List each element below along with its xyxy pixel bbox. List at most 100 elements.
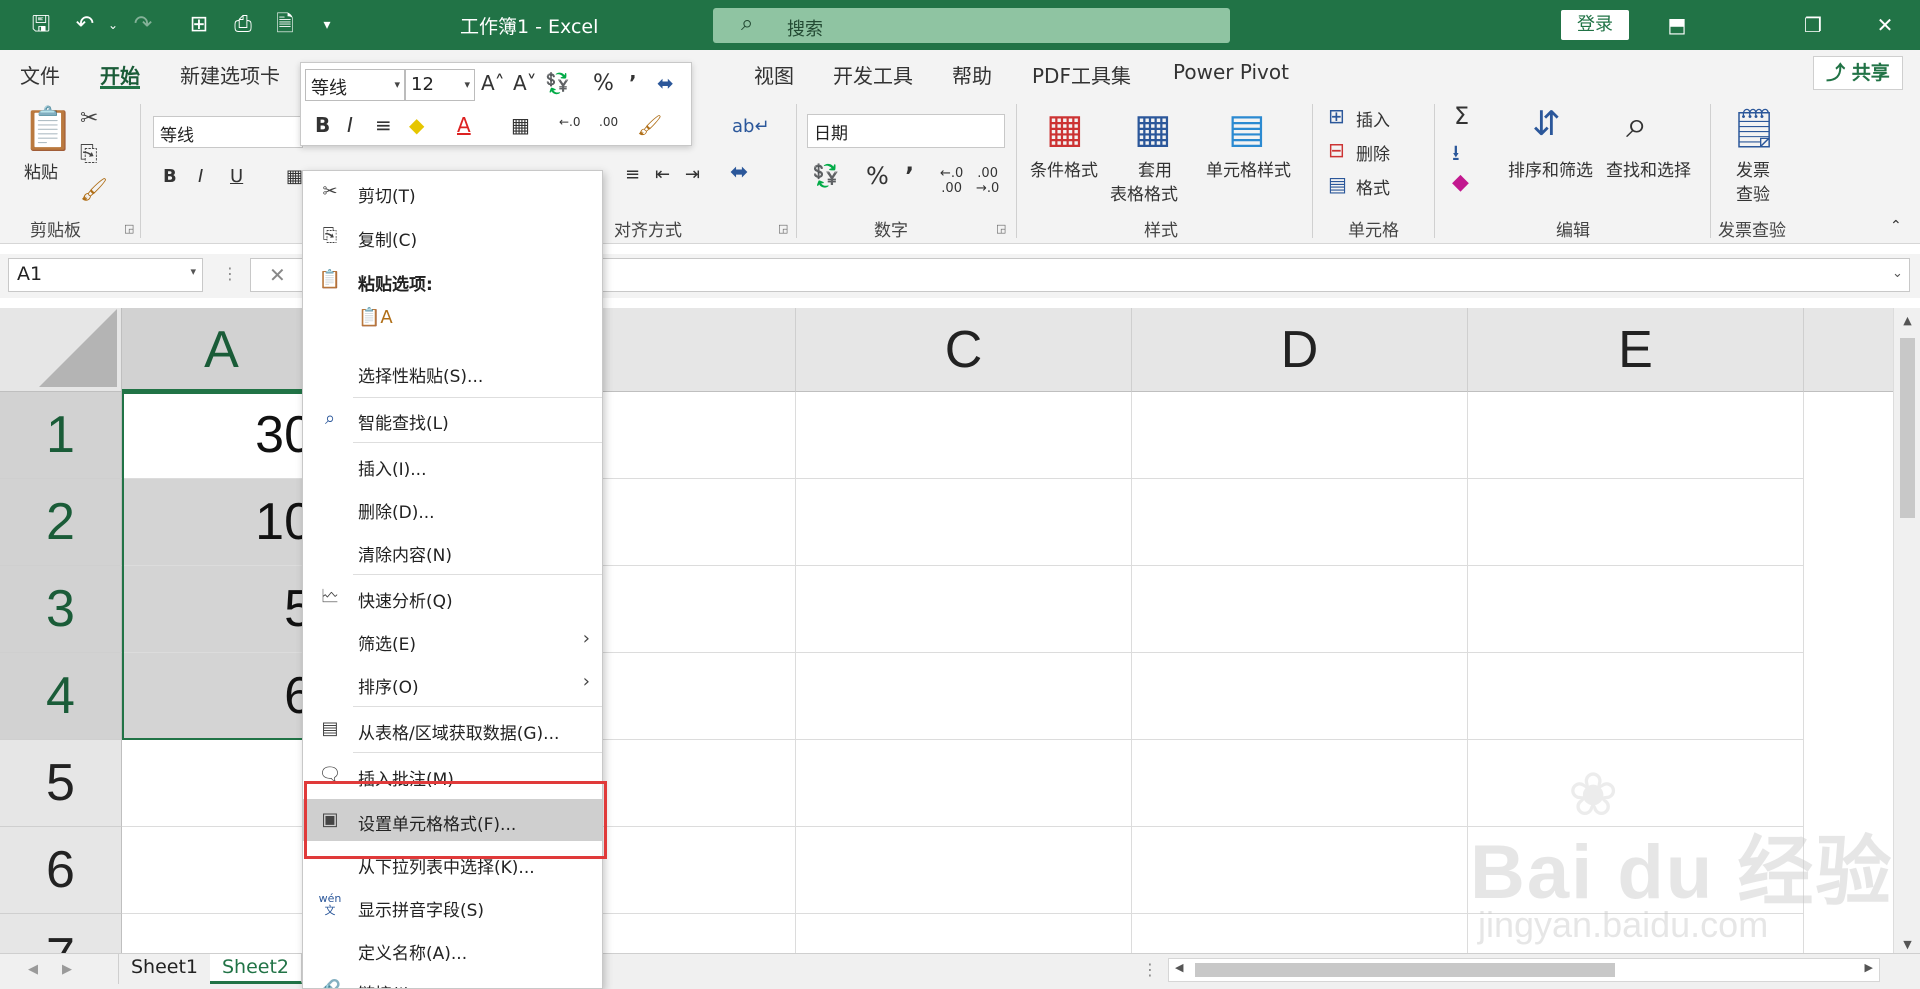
menu-item-delete[interactable]: 删除(D)... (303, 489, 602, 527)
sort-filter-button[interactable]: 排序和筛选 (1508, 156, 1593, 181)
cell-c2[interactable] (796, 479, 1132, 566)
italic-button[interactable]: I (198, 166, 203, 187)
cell-a4[interactable]: 6 (122, 653, 322, 740)
column-header-c[interactable]: C (796, 308, 1132, 392)
undo-dropdown-icon[interactable]: ⌄ (98, 10, 128, 40)
cell-e4[interactable] (1468, 653, 1804, 740)
percent-icon[interactable]: % (593, 71, 614, 96)
mini-size-box[interactable]: 12 ▾ (405, 69, 475, 101)
menu-item-pick-list[interactable]: 从下拉列表中选择(K)... (303, 844, 602, 882)
cell-e7[interactable] (1468, 914, 1804, 956)
table-format-label-1[interactable]: 套用 (1138, 156, 1172, 181)
comma-icon[interactable]: ’ (629, 71, 637, 95)
column-header-e[interactable]: E (1468, 308, 1804, 392)
select-all-corner[interactable] (0, 308, 122, 392)
conditional-format-button[interactable]: 条件格式 (1030, 156, 1098, 181)
cell-style-button[interactable]: 单元格样式 (1206, 156, 1291, 181)
undo-icon[interactable]: ↶ (70, 10, 100, 40)
table-format-icon[interactable]: ▦ (1134, 106, 1172, 152)
sheet-tab-sheet2[interactable]: Sheet2 (210, 954, 303, 984)
increase-decimal-button[interactable]: ←.0.00 (940, 166, 963, 196)
form-icon[interactable]: ⊞ (184, 10, 214, 40)
scroll-right-icon[interactable]: ▶ (1865, 961, 1873, 974)
vertical-scrollbar[interactable]: ▲ ▼ (1893, 308, 1920, 958)
save-icon[interactable]: 🖫 (26, 10, 56, 40)
cancel-icon[interactable]: ✕ (269, 263, 286, 287)
tab-help[interactable]: 帮助 (952, 60, 992, 89)
column-header-f[interactable] (1804, 308, 1895, 392)
decrease-decimal-button[interactable]: .00 →.0 (976, 166, 999, 196)
cell-c4[interactable] (796, 653, 1132, 740)
alignment-launcher-icon[interactable]: ◲ (778, 222, 788, 235)
tab-home[interactable]: 开始 (100, 60, 140, 89)
menu-item-filter[interactable]: 筛选(E) › (303, 621, 602, 659)
delete-cells-button[interactable]: 删除 (1356, 140, 1390, 165)
increase-indent-button[interactable]: ⇥ (685, 164, 700, 185)
comma-button[interactable]: ’ (905, 162, 914, 190)
cell-e1[interactable] (1468, 392, 1804, 479)
merge-center-icon[interactable]: ⬌ (730, 160, 748, 185)
delete-cells-icon[interactable]: ⊟ (1328, 138, 1345, 162)
cell-a1[interactable]: 30 (122, 392, 322, 479)
sort-filter-icon[interactable]: ⇵ (1532, 104, 1561, 144)
ribbon-display-icon[interactable]: ⬒ (1660, 10, 1694, 40)
tab-new[interactable]: 新建选项卡 (180, 60, 280, 89)
close-icon[interactable]: ✕ (1868, 10, 1902, 40)
row-header-5[interactable]: 5 (0, 740, 122, 827)
menu-item-link[interactable]: 🔗 链接(I) (303, 971, 602, 988)
cell-a5[interactable] (122, 740, 322, 827)
mini-font-box[interactable]: 等线 ▾ (305, 69, 405, 101)
shrink-font-icon[interactable]: A˅ (513, 71, 537, 95)
paste-label[interactable]: 粘贴 (24, 158, 58, 183)
tab-pdf[interactable]: PDF工具集 (1032, 60, 1131, 89)
accounting-format-icon[interactable]: 💱 (545, 71, 570, 95)
cell-d6[interactable] (1132, 827, 1468, 914)
percent-button[interactable]: % (866, 162, 889, 190)
menu-item-insert-comment[interactable]: 🗨 插入批注(M) (303, 756, 602, 794)
find-select-icon[interactable]: ⌕ (1626, 102, 1647, 147)
fill-icon[interactable]: ⭳ (1452, 136, 1460, 174)
invoice-icon[interactable]: 🗒 (1730, 106, 1778, 151)
horizontal-scrollbar[interactable]: ◀ ▶ (1168, 958, 1880, 982)
menu-item-get-data[interactable]: ▤ 从表格/区域获取数据(G)... (303, 710, 602, 748)
cell-e3[interactable] (1468, 566, 1804, 653)
merge-icon[interactable]: ⬌ (657, 71, 674, 95)
insert-cells-button[interactable]: 插入 (1356, 106, 1390, 131)
paste-icon[interactable]: 📋 (22, 104, 74, 154)
font-name-box[interactable]: 等线 (153, 116, 303, 148)
share-button[interactable]: ⤴ 共享 (1813, 56, 1903, 90)
mini-bold-icon[interactable]: B (315, 113, 330, 137)
cell-d5[interactable] (1132, 740, 1468, 827)
redo-icon[interactable]: ↷ (128, 10, 158, 40)
format-cells-button[interactable]: 格式 (1356, 174, 1390, 199)
scroll-thumb[interactable] (1900, 338, 1915, 518)
accounting-format-icon[interactable]: 💱 (812, 164, 839, 189)
login-button[interactable]: 登录 (1561, 10, 1629, 40)
menu-item-quick-analysis[interactable]: 🗠 快速分析(Q) (303, 578, 602, 616)
cell-c5[interactable] (796, 740, 1132, 827)
prev-sheet-icon[interactable]: ◀ (28, 962, 38, 977)
increase-decimal-icon[interactable]: ←.0 (559, 115, 581, 129)
bold-button[interactable]: B (163, 166, 177, 187)
row-header-4[interactable]: 4 (0, 653, 122, 740)
format-painter-icon[interactable]: 🖌 (80, 178, 108, 203)
hscroll-thumb[interactable] (1195, 963, 1615, 977)
insert-cells-icon[interactable]: ⊞ (1328, 104, 1345, 128)
cell-d7[interactable] (1132, 914, 1468, 956)
fill-color-icon[interactable]: ◆ (409, 113, 424, 137)
menu-item-paste-special[interactable]: 选择性粘贴(S)... (303, 353, 602, 391)
decrease-indent-button[interactable]: ⇤ (655, 164, 670, 185)
format-cells-icon[interactable]: ▤ (1328, 172, 1347, 196)
cell-d2[interactable] (1132, 479, 1468, 566)
cell-a7[interactable] (122, 914, 322, 956)
sheet-tab-sheet1[interactable]: Sheet1 (118, 954, 212, 984)
document-icon[interactable]: 🗎 (270, 10, 300, 40)
number-format-box[interactable]: 日期 (807, 114, 1005, 148)
tab-file[interactable]: 文件 (20, 60, 60, 89)
grow-font-icon[interactable]: A˄ (481, 71, 505, 95)
invoice-label-1[interactable]: 发票 (1736, 156, 1770, 181)
menu-item-phonetic[interactable]: wén 文 显示拼音字段(S) (303, 887, 602, 925)
cell-style-icon[interactable]: ▤ (1228, 106, 1266, 152)
cut-icon[interactable]: ✂ (80, 106, 98, 131)
wrap-text-icon[interactable]: ab↵ (732, 116, 770, 137)
